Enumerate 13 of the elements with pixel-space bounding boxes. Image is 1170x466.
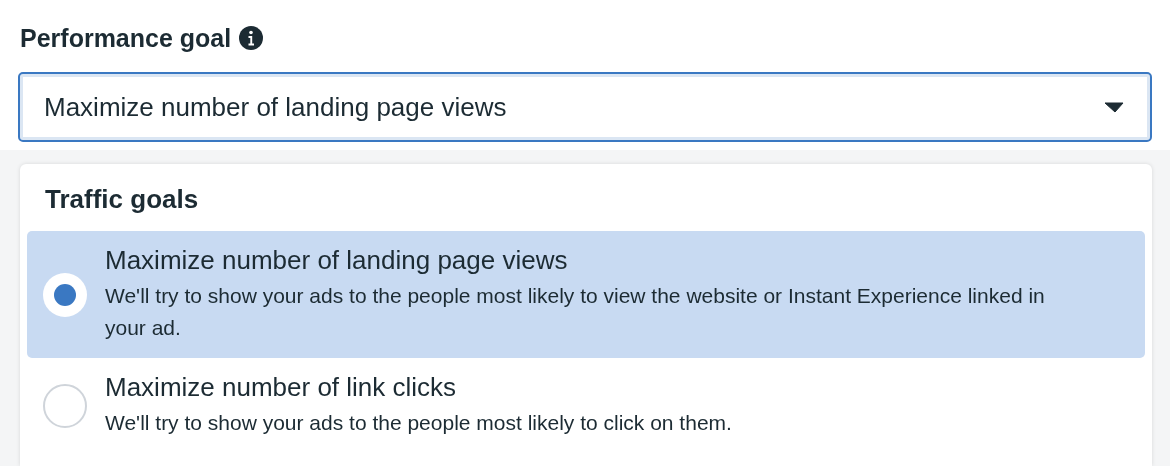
option-title: Maximize number of landing page views [105,245,569,276]
radio-button[interactable] [43,272,87,317]
option-title: Maximize number of link clicks [105,372,458,403]
goal-select[interactable]: Maximize number of landing page views [18,72,1152,142]
goal-option[interactable]: Maximize number of landing page views We'll try to show your ads to the people most likely to view the website or Instant Experience linked in your ad. [27,231,1145,358]
option-description: We'll try to show your ads to the people most likely to view the website or Instant Experience linked in your ad. [105,283,1045,341]
radio-button[interactable] [43,383,87,428]
field-label: Performance goal [20,23,232,53]
option-description: We'll try to show your ads to the people most likely to click on them. [105,410,733,436]
caret-icon [1104,101,1124,113]
goal-option[interactable]: Maximize number of link clicks We'll try to show your ads to the people most likely to click on them. [27,358,1145,453]
group-heading: Traffic goals [45,184,200,215]
info-icon[interactable] [239,26,264,50]
